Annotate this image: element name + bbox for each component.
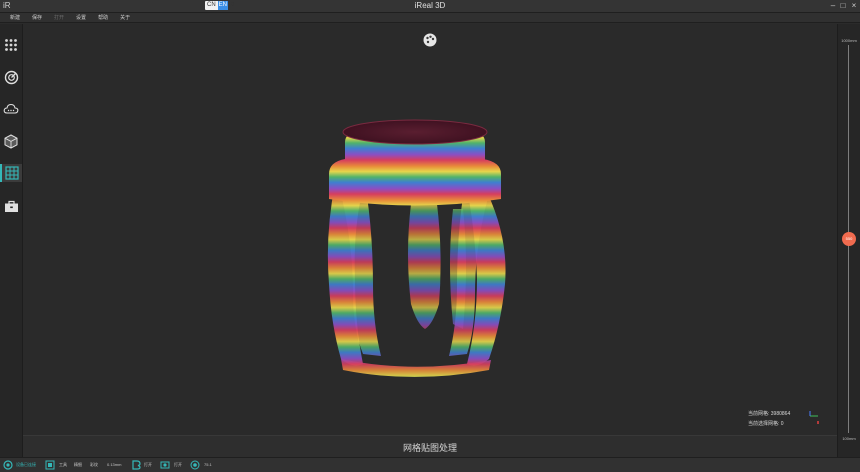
mode-item-3: 彩纹: [90, 462, 98, 467]
sidebar-item-tools[interactable]: [2, 197, 20, 215]
caption-bar: 网格贴图处理: [23, 435, 837, 458]
mesh-stats: 当前网格: 3980864 当前选择网格: 0: [748, 409, 790, 429]
menu-open[interactable]: 打开: [48, 13, 70, 22]
maximize-button[interactable]: □: [838, 0, 848, 12]
mode-icon[interactable]: [45, 460, 55, 470]
sidebar-item-model[interactable]: [2, 132, 20, 150]
menu-about[interactable]: 关于: [114, 13, 136, 22]
title-bar: iR CN EN ⇕ iReal 3D – □ ×: [0, 0, 860, 13]
device-status: 设备已连接: [16, 462, 36, 467]
left-toolbar: [0, 24, 23, 457]
3d-viewport[interactable]: [23, 24, 837, 435]
texture-toggle-state: 打开: [144, 462, 152, 467]
sidebar-item-project[interactable]: [2, 36, 20, 54]
sidebar-item-pointcloud[interactable]: [2, 100, 20, 118]
window-title: iReal 3D: [414, 1, 446, 10]
texture-toggle-icon[interactable]: [131, 460, 141, 470]
sidebar-item-mesh[interactable]: [0, 164, 22, 182]
toolbox-icon: [4, 200, 18, 212]
palette-icon: [423, 33, 437, 47]
device-status-icon: [3, 460, 13, 470]
menu-save[interactable]: 保存: [26, 13, 48, 22]
camera-toggle-state: 打开: [174, 462, 182, 467]
menu-bar: 新建 保存 打开 设置 帮助 关于: [0, 13, 860, 23]
cloud-points-icon: [3, 103, 19, 114]
menu-settings[interactable]: 设置: [70, 13, 92, 22]
mesh-grid-icon: [5, 166, 19, 180]
stage-caption: 网格贴图处理: [402, 444, 457, 454]
minimize-button[interactable]: –: [828, 0, 838, 12]
current-mesh-label: 当前网格:: [748, 411, 770, 417]
mode-item-2: 精细: [74, 462, 82, 467]
slider-max-label: 1000mm: [841, 38, 857, 43]
close-button[interactable]: ×: [849, 0, 859, 12]
selected-mesh-label: 当前选择网格:: [748, 421, 780, 427]
slider-min-label: 100mm: [842, 436, 856, 441]
slider-knob[interactable]: 550: [842, 232, 856, 246]
resolution-value: 0.13mm: [107, 462, 122, 467]
current-mesh-value: 3980864: [770, 411, 791, 417]
grid-dots-icon: [5, 39, 17, 51]
camera-toggle-icon[interactable]: [160, 460, 170, 470]
mode-item-1: 工具: [59, 462, 67, 467]
cube-mesh-icon: [4, 133, 18, 149]
menu-help[interactable]: 帮助: [92, 13, 114, 22]
menu-new[interactable]: 新建: [4, 13, 26, 22]
selected-mesh-value: 0: [780, 421, 784, 427]
scan-target-icon: [4, 70, 18, 84]
sidebar-item-scan[interactable]: [2, 68, 20, 86]
axis-gizmo-icon: [809, 411, 819, 424]
status-bar: 设备已连接 工具 精细 彩纹 0.13mm 打开 打开 75.1: [0, 457, 860, 472]
brightness-value: 75.1: [204, 462, 212, 467]
mesh-model-render: [327, 33, 506, 377]
brightness-icon[interactable]: [190, 460, 200, 470]
